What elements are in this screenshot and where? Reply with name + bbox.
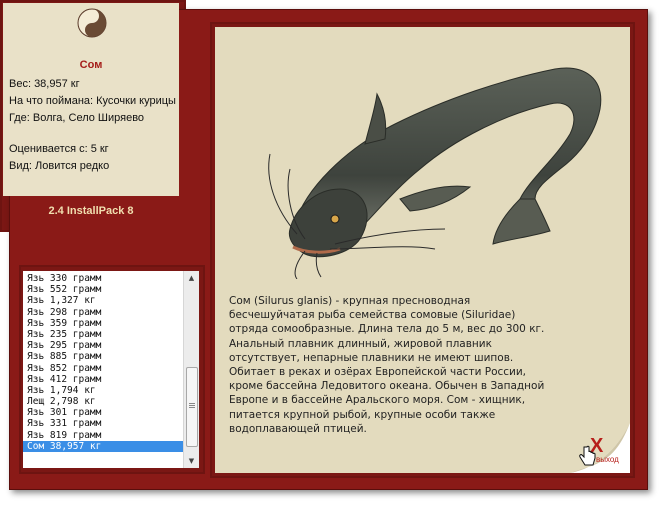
- scroll-up-arrow-icon[interactable]: ▲: [184, 271, 199, 285]
- catch-list-items: Язь 330 грамм Язь 552 грамм Язь 1,327 кг Яз…: [23, 273, 183, 452]
- catch-list-item[interactable]: Язь 331 грамм: [23, 418, 183, 429]
- fish-description: Сом (Silurus glanis) - крупная пресновод…: [229, 295, 545, 435]
- catch-list-item[interactable]: Язь 852 грамм: [23, 363, 183, 374]
- hand-cursor-icon: [579, 445, 596, 466]
- catch-list-panel: Язь 330 грамм Язь 552 грамм Язь 1,327 кг Яз…: [19, 265, 205, 474]
- catch-list-item[interactable]: Язь 301 грамм: [23, 407, 183, 418]
- catch-list-item[interactable]: Язь 298 грамм: [23, 307, 183, 318]
- fish-detail-panel: Сом (Silurus glanis) - крупная пресновод…: [210, 22, 635, 478]
- catch-list-item[interactable]: Язь 885 грамм: [23, 351, 183, 362]
- catch-list-item[interactable]: Лещ 2,798 кг: [23, 396, 183, 407]
- catch-list-item[interactable]: Сом 38,957 кг: [23, 440, 183, 452]
- fish-info-card: Сом Вес: 38,957 кг На что поймана: Кусоч…: [3, 3, 179, 196]
- fish-rarity: Вид: Ловится редко: [9, 160, 110, 172]
- catch-list-item[interactable]: Язь 412 грамм: [23, 374, 183, 385]
- fish-value: Оценивается с: 5 кг: [9, 143, 109, 155]
- catch-listbox[interactable]: Язь 330 грамм Язь 552 грамм Язь 1,327 кг Яз…: [23, 271, 199, 468]
- scroll-down-arrow-icon[interactable]: ▼: [184, 454, 199, 468]
- catch-list-item[interactable]: Язь 1,327 кг: [23, 295, 183, 306]
- version-label: 2.4 InstallPack 8: [48, 205, 134, 217]
- parchment-page: Сом (Silurus glanis) - крупная пресновод…: [215, 27, 630, 473]
- fish-bait: На что поймана: Кусочки курицы: [9, 95, 176, 107]
- catfish-illustration: [268, 67, 602, 279]
- fish-weight: Вес: 38,957 кг: [9, 78, 80, 90]
- catch-list-item[interactable]: Язь 1,794 кг: [23, 385, 183, 396]
- fish-location: Где: Волга, Село Ширяево: [9, 112, 145, 124]
- catch-list-item[interactable]: Язь 819 грамм: [23, 430, 183, 441]
- exit-button[interactable]: X выход: [578, 435, 622, 469]
- exit-label: выход: [596, 455, 619, 464]
- fish-name: Сом: [79, 59, 103, 71]
- catch-list-item[interactable]: Язь 552 грамм: [23, 284, 183, 295]
- list-scrollbar[interactable]: ▲ ▼: [183, 271, 199, 468]
- catch-list-item[interactable]: Язь 235 грамм: [23, 329, 183, 340]
- yin-yang-butterfly-icon: [77, 8, 107, 38]
- catch-list-item[interactable]: Язь 295 грамм: [23, 340, 183, 351]
- catch-list-item[interactable]: Язь 330 грамм: [23, 273, 183, 284]
- scroll-thumb[interactable]: [186, 367, 198, 447]
- catch-list-item[interactable]: Язь 359 грамм: [23, 318, 183, 329]
